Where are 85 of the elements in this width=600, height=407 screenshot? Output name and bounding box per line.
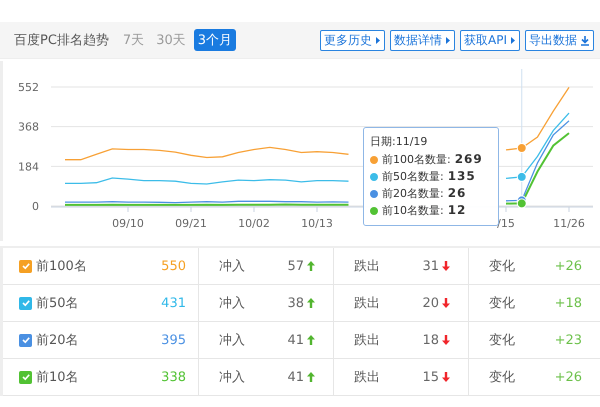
row-label: 冲入 bbox=[219, 295, 246, 312]
caret-icon bbox=[510, 36, 516, 44]
check-icon bbox=[20, 261, 30, 271]
up-arrow-icon bbox=[307, 298, 315, 308]
tooltip-value: 12 bbox=[448, 202, 466, 219]
up-arrow-icon bbox=[307, 372, 315, 382]
down-arrow-icon bbox=[442, 298, 450, 308]
x-tick-label: 11/26 bbox=[553, 217, 585, 230]
header-button[interactable]: 导出数据 bbox=[525, 30, 594, 50]
down-arrow-icon bbox=[442, 261, 450, 271]
legend-dot bbox=[370, 172, 378, 180]
row-label: 变化 bbox=[489, 295, 516, 312]
chart-title: 百度PC排名趋势 bbox=[14, 32, 109, 49]
tooltip-value: 26 bbox=[448, 185, 466, 202]
count-value: 18 bbox=[422, 332, 439, 348]
tooltip-label: 前20名数量: bbox=[382, 186, 444, 202]
header-button[interactable]: 数据详情 bbox=[390, 30, 456, 50]
y-tick-label: 184 bbox=[18, 160, 39, 174]
total-count: 431 bbox=[161, 296, 186, 310]
x-tick-label: 10/13 bbox=[301, 217, 333, 230]
row-label: 前20名 bbox=[36, 332, 80, 349]
count-value: 31 bbox=[422, 258, 439, 274]
check-icon bbox=[20, 335, 30, 345]
header-button[interactable]: 更多历史 bbox=[320, 30, 386, 50]
row-label: 冲入 bbox=[219, 332, 246, 349]
row-label: 冲入 bbox=[219, 258, 246, 275]
up-arrow-icon bbox=[307, 261, 315, 271]
caret-icon bbox=[375, 36, 382, 44]
up-arrow-icon bbox=[307, 335, 315, 345]
total-count: 395 bbox=[161, 332, 186, 348]
caret-icon bbox=[445, 36, 452, 44]
x-tick-label: /15 bbox=[497, 217, 515, 230]
checkbox[interactable] bbox=[19, 370, 32, 384]
down-arrow-icon bbox=[442, 372, 450, 382]
row-label: 跌出 bbox=[354, 332, 381, 349]
check-icon bbox=[20, 298, 30, 308]
tooltip-label: 前50名数量: bbox=[382, 169, 444, 185]
total-count: 550 bbox=[161, 258, 186, 274]
count-value: 41 bbox=[287, 332, 304, 348]
legend-dot bbox=[370, 206, 378, 214]
row-label: 变化 bbox=[489, 332, 516, 349]
count-value: 41 bbox=[287, 370, 304, 384]
row-label: 变化 bbox=[489, 258, 516, 275]
checkbox[interactable] bbox=[19, 334, 32, 346]
count-value: 38 bbox=[287, 296, 304, 310]
change-value: +26 bbox=[554, 258, 582, 274]
checkbox[interactable] bbox=[19, 296, 32, 310]
row-label: 跌出 bbox=[354, 295, 381, 312]
row-label: 跌出 bbox=[354, 258, 381, 275]
row-label: 冲入 bbox=[219, 369, 246, 386]
count-value: 20 bbox=[422, 296, 439, 310]
checkbox[interactable] bbox=[19, 260, 32, 272]
count-value: 15 bbox=[422, 370, 439, 384]
hover-point bbox=[516, 143, 527, 153]
x-tick-label: 09/10 bbox=[112, 217, 144, 230]
tooltip-label: 前10名数量: bbox=[382, 203, 444, 219]
hover-point bbox=[516, 172, 527, 182]
x-tick-label: 10/02 bbox=[238, 217, 270, 230]
y-tick-label: 0 bbox=[32, 200, 39, 213]
row-label: 变化 bbox=[489, 369, 516, 386]
legend-dot bbox=[370, 190, 378, 198]
period-tab[interactable]: 3个月 bbox=[194, 29, 236, 51]
download-icon bbox=[580, 34, 590, 46]
tooltip-value: 269 bbox=[454, 151, 483, 168]
change-value: +26 bbox=[554, 370, 582, 384]
row-label: 跌出 bbox=[354, 369, 381, 386]
legend-dot bbox=[370, 156, 378, 164]
change-value: +18 bbox=[554, 296, 582, 310]
total-count: 338 bbox=[161, 370, 186, 384]
y-tick-label: 368 bbox=[18, 120, 39, 134]
header-button[interactable]: 获取API bbox=[460, 30, 520, 50]
y-tick-label: 552 bbox=[18, 81, 39, 94]
period-tab[interactable]: 7天 bbox=[118, 29, 148, 51]
check-icon bbox=[20, 372, 30, 382]
tooltip-label: 前100名数量: bbox=[382, 152, 451, 168]
x-tick-label: 09/21 bbox=[175, 217, 207, 230]
count-value: 57 bbox=[287, 258, 304, 274]
row-label: 前50名 bbox=[36, 295, 80, 312]
change-value: +23 bbox=[554, 332, 582, 348]
period-tab[interactable]: 30天 bbox=[152, 29, 190, 51]
tooltip-value: 135 bbox=[448, 168, 476, 185]
row-label: 前100名 bbox=[36, 258, 88, 275]
down-arrow-icon bbox=[442, 335, 450, 345]
row-label: 前10名 bbox=[36, 369, 80, 386]
tooltip-date: 日期:11/19 bbox=[370, 134, 428, 149]
